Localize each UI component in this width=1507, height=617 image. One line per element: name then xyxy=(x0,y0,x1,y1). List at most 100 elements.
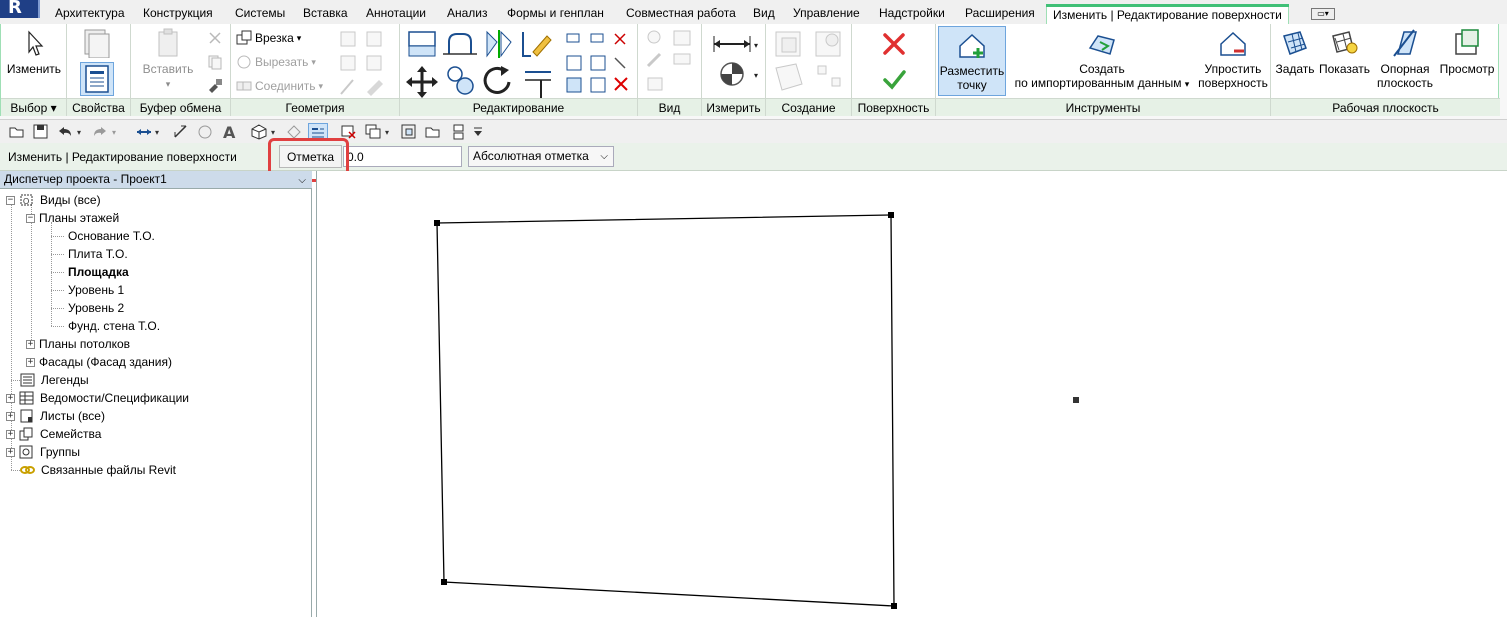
paste-button[interactable]: Вставить ▾ xyxy=(137,28,199,91)
thin-lines-icon[interactable] xyxy=(308,123,328,140)
ribbon-tab[interactable]: Вид xyxy=(753,4,775,24)
tree-legends[interactable]: Легенды xyxy=(20,371,89,389)
tree-label: Листы (все) xyxy=(40,409,105,423)
elevation-mode-select[interactable]: Абсолютная отметка ⌵ xyxy=(468,146,614,167)
3d-view-icon[interactable]: ▾ xyxy=(250,123,280,140)
tree-floor-plan-item[interactable]: Основание Т.О. xyxy=(68,227,155,245)
ribbon-tab[interactable]: Надстройки xyxy=(879,4,945,24)
show-workplane-button[interactable]: Показать xyxy=(1319,28,1371,76)
expand-icon[interactable]: + xyxy=(26,339,35,349)
open-icon[interactable] xyxy=(8,123,25,140)
svg-text:▾: ▾ xyxy=(385,128,389,137)
switch-windows-icon[interactable]: ▾ xyxy=(364,123,394,140)
collapse-icon[interactable]: − xyxy=(6,195,15,205)
tree-schedules[interactable]: + Ведомости/Спецификации xyxy=(6,389,189,407)
panel-properties: Свойства xyxy=(67,24,131,116)
finish-edit-mode-icon[interactable] xyxy=(882,68,908,92)
expand-icon[interactable]: + xyxy=(6,429,15,439)
folder-icon[interactable] xyxy=(424,123,441,140)
create-from-import-button[interactable]: Создать по импортированным данным ▾ xyxy=(1014,28,1190,91)
ribbon-tab[interactable]: Управление xyxy=(793,4,860,24)
tree-floor-plan-item[interactable]: Уровень 1 xyxy=(68,281,124,299)
collapse-icon[interactable]: − xyxy=(26,213,35,223)
panel-label-select[interactable]: Выбор ▾ xyxy=(1,98,66,116)
cutout-button[interactable]: Вырезать ▾ xyxy=(236,54,316,70)
elevation-input[interactable] xyxy=(343,146,462,167)
surface-point[interactable] xyxy=(888,212,894,218)
ribbon-tab[interactable]: Анализ xyxy=(447,4,488,24)
tree-floor-plan-item[interactable]: Площадка xyxy=(68,263,129,281)
tree-elevations[interactable]: + Фасады (Фасад здания) xyxy=(26,353,172,371)
cut-scissors-icon[interactable] xyxy=(207,30,223,46)
workplane-viewer-button[interactable]: Просмотр xyxy=(1437,28,1497,76)
ribbon-tab[interactable]: Формы и генплан xyxy=(507,4,604,24)
surface-boundary[interactable] xyxy=(436,214,895,607)
set-workplane-button[interactable]: Задать xyxy=(1275,28,1315,76)
tab-modify-edit-surface[interactable]: Изменить | Редактирование поверхности xyxy=(1046,4,1289,24)
tree-label: Планы потолков xyxy=(39,337,131,351)
section-icon[interactable] xyxy=(285,123,302,140)
svg-text:A: A xyxy=(223,123,236,140)
expand-icon[interactable]: + xyxy=(6,447,15,457)
reference-plane-button[interactable]: Опорная плоскость xyxy=(1375,28,1435,90)
sheet-icon xyxy=(20,409,33,423)
save-icon[interactable] xyxy=(32,123,49,140)
view-tools-icons[interactable] xyxy=(644,28,700,98)
expand-icon[interactable]: + xyxy=(26,357,35,367)
measure-tools-icons[interactable]: ▾▾ xyxy=(710,30,762,96)
place-point-button[interactable]: Разместить точку xyxy=(938,26,1006,96)
tree-ceiling-plans[interactable]: + Планы потолков xyxy=(26,335,130,353)
tree-revit-links[interactable]: Связанные файлы Revit xyxy=(20,461,176,479)
text-icon[interactable]: A xyxy=(220,123,237,140)
surface-point[interactable] xyxy=(1073,397,1079,403)
tree-families[interactable]: + Семейства xyxy=(6,425,101,443)
properties-button[interactable] xyxy=(80,62,114,96)
tree-connector xyxy=(51,326,64,327)
expand-icon[interactable]: + xyxy=(6,411,15,421)
redo-icon[interactable]: ▾ xyxy=(91,123,121,140)
create-tools-icons[interactable] xyxy=(772,28,848,98)
modify-tools-icons[interactable] xyxy=(405,28,635,98)
tag-icon[interactable] xyxy=(196,123,213,140)
close-hidden-windows-icon[interactable] xyxy=(340,123,357,140)
customize-qat-icon[interactable] xyxy=(470,123,487,140)
aligned-dimension-icon[interactable] xyxy=(172,123,189,140)
geometry-tools-icons[interactable] xyxy=(339,30,395,100)
measure-panel-label: Измерить xyxy=(706,101,761,115)
surface-point[interactable] xyxy=(891,603,897,609)
copy-icon[interactable] xyxy=(207,54,223,70)
simplify-surface-button[interactable]: Упростить поверхность xyxy=(1198,28,1268,90)
tree-views-all[interactable]: − O Виды (все) xyxy=(6,191,101,209)
cut-geometry-button[interactable]: Врезка ▾ xyxy=(236,30,301,46)
show-label: Показать xyxy=(1319,62,1371,76)
workset-icon[interactable] xyxy=(450,123,467,140)
ribbon-tab[interactable]: Архитектура xyxy=(55,4,125,24)
drawing-svg[interactable] xyxy=(317,171,1507,617)
tree-floor-plan-item[interactable]: Плита Т.О. xyxy=(68,245,128,263)
join-button[interactable]: Соединить ▾ xyxy=(236,78,323,94)
surface-point[interactable] xyxy=(434,220,440,226)
ribbon-tab[interactable]: Расширения xyxy=(965,4,1035,24)
zoom-region-icon[interactable] xyxy=(400,123,417,140)
ribbon-tab[interactable]: Системы xyxy=(235,4,285,24)
ribbon-tab[interactable]: Конструкция xyxy=(143,4,213,24)
ribbon-tab[interactable]: Аннотации xyxy=(366,4,426,24)
ribbon-tab[interactable]: Совместная работа xyxy=(626,4,736,24)
ribbon-minimize-button[interactable]: ▭▾ xyxy=(1311,8,1335,20)
match-properties-icon[interactable] xyxy=(207,78,223,94)
ribbon-tab[interactable]: Вставка xyxy=(303,4,348,24)
surface-point[interactable] xyxy=(441,579,447,585)
tree-floor-plan-item[interactable]: Фунд. стена Т.О. xyxy=(68,317,160,335)
chevron-down-icon[interactable]: ⌵ xyxy=(298,172,306,189)
application-menu-button[interactable]: R xyxy=(0,0,40,18)
measure-qat-icon[interactable]: ▾ xyxy=(135,123,165,140)
tree-floor-plan-item[interactable]: Уровень 2 xyxy=(68,299,124,317)
tree-sheets[interactable]: + Листы (все) xyxy=(6,407,105,425)
cancel-edit-mode-icon[interactable] xyxy=(882,32,908,56)
expand-icon[interactable]: + xyxy=(6,393,15,403)
tree-floor-plans[interactable]: − Планы этажей xyxy=(26,209,119,227)
drawing-canvas[interactable] xyxy=(316,171,1507,617)
tree-groups[interactable]: + Группы xyxy=(6,443,80,461)
undo-icon[interactable]: ▾ xyxy=(56,123,86,140)
modify-button[interactable]: Изменить xyxy=(6,28,62,76)
